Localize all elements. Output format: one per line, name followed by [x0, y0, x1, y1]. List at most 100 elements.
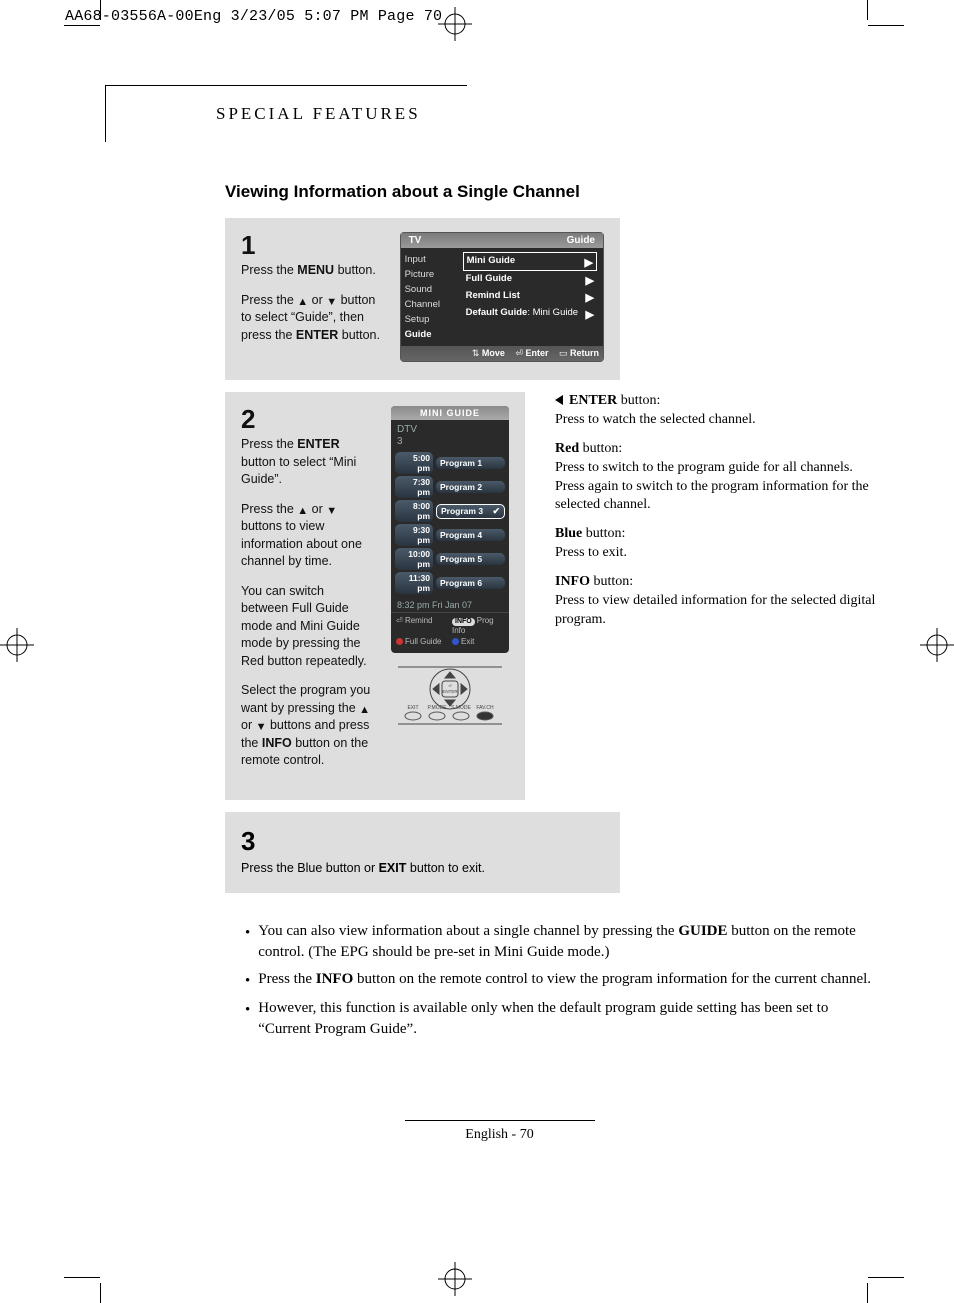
mini-guide-column: MINI GUIDE DTV 3 5:00 pmProgram 1 7:30 p… [391, 406, 509, 731]
osd-item-selected: Mini Guide▶ [463, 252, 597, 271]
step-2-block: 2 Press the ENTER button to select “Mini… [225, 392, 525, 800]
step-2-text: 2 Press the ENTER button to select “Mini… [241, 406, 373, 782]
bullet-icon: • [245, 998, 250, 1040]
updown-icon: ⇅ [472, 348, 480, 358]
osd-item: Default Guide​: Mini Guide▶ [463, 305, 597, 322]
osd-footer-bar: ⇅ Move ⏎ Enter ▭ Return [401, 346, 603, 361]
mini-guide-rows: 5:00 pmProgram 1 7:30 pmProgram 2 8:00 p… [391, 452, 509, 594]
tv-osd-menu: TV Guide Input Picture Sound Channel Set… [400, 232, 604, 362]
text: You can switch between Full Guide mode a… [241, 583, 373, 671]
blue-dot-icon [452, 638, 459, 645]
step-number: 3 [241, 826, 604, 857]
mini-guide-row: 7:30 pmProgram 2 [395, 476, 505, 498]
right-arrow-icon: ▶ [586, 291, 594, 304]
text: Select the program you want by pressing … [241, 683, 370, 715]
note-red: Red button:Press to switch to the progra… [555, 440, 894, 516]
note-info: INFO button:Press to view detailed infor… [555, 573, 894, 630]
registration-mark [438, 7, 472, 41]
svg-text:FAV.CH: FAV.CH [476, 705, 494, 711]
text: Press the [241, 502, 297, 516]
mini-guide-osd: MINI GUIDE DTV 3 5:00 pmProgram 1 7:30 p… [391, 406, 509, 653]
bullet-item: •However, this function is available onl… [245, 998, 884, 1040]
up-arrow-icon: ▲ [297, 296, 308, 308]
red-dot-icon [396, 638, 403, 645]
bullet-icon: • [245, 921, 250, 963]
right-arrow-icon: ▶ [586, 308, 594, 321]
text: button to exit. [406, 861, 485, 875]
osd-left-menu: Input Picture Sound Channel Setup Guide [401, 248, 459, 346]
svg-text:S.MODE: S.MODE [451, 705, 471, 711]
svg-text:ENTER: ENTER [442, 689, 458, 694]
mini-guide-row: 9:30 pmProgram 4 [395, 524, 505, 546]
lower-bullet-notes: •You can also view information about a s… [225, 905, 894, 1040]
osd-menu-item: Setup [401, 312, 459, 327]
osd-menu-item-active: Guide [401, 327, 459, 342]
text: or [308, 293, 326, 307]
section-heading-box: SPECIAL FEATURES [105, 85, 467, 142]
page-content: SPECIAL FEATURES Viewing Information abo… [105, 85, 894, 1243]
remote-illustration: ⏎ ENTER EXIT P.MODE S.MODE FAV.CH [391, 653, 509, 731]
mini-guide-row: 5:00 pmProgram 1 [395, 452, 505, 474]
bullet-icon: • [245, 969, 250, 992]
registration-mark [0, 628, 34, 662]
text: button. [334, 263, 376, 277]
osd-title-left: TV [409, 235, 422, 246]
footer-rule [405, 1120, 595, 1121]
svg-text:EXIT: EXIT [407, 705, 418, 711]
mini-guide-datetime: 8:32 pm Fri Jan 07 [391, 596, 509, 612]
down-arrow-icon: ▼ [326, 296, 337, 308]
text: or [241, 718, 256, 732]
section-title: SPECIAL FEATURES [216, 104, 421, 123]
note-enter: ENTER button:Press to watch the selected… [555, 392, 894, 430]
page-footer: English - 70 [105, 1120, 894, 1143]
crop-mark [868, 25, 904, 26]
bullet-item: •You can also view information about a s… [245, 921, 884, 963]
crop-mark [867, 1283, 868, 1303]
text-bold: INFO [262, 736, 292, 750]
text: Press the Blue button or [241, 861, 379, 875]
step-1-text: 1 Press the MENU button. Press the ▲ or … [241, 232, 382, 356]
page-subtitle: Viewing Information about a Single Chann… [225, 182, 894, 202]
osd-title-right: Guide [567, 235, 595, 246]
step-1-block: 1 Press the MENU button. Press the ▲ or … [225, 218, 620, 380]
enter-icon: ⏎ [396, 616, 403, 625]
registration-mark [920, 628, 954, 662]
step-number: 1 [241, 232, 382, 258]
right-arrow-icon: ▶ [586, 274, 594, 287]
text: Press the [241, 293, 297, 307]
right-arrow-icon: ▶ [585, 256, 593, 269]
bullet-item: •Press the INFO button on the remote con… [245, 969, 884, 992]
text-bold: MENU [297, 263, 334, 277]
text-bold: ENTER [296, 328, 338, 342]
mini-guide-row: 10:00 pmProgram 5 [395, 548, 505, 570]
osd-item: Full Guide▶ [463, 271, 597, 288]
left-arrow-icon [555, 395, 563, 405]
text: or [308, 502, 326, 516]
osd-menu-item: Channel [401, 297, 459, 312]
note-blue: Blue button:Press to exit. [555, 525, 894, 563]
text: button. [338, 328, 380, 342]
up-arrow-icon: ▲ [359, 704, 370, 716]
up-arrow-icon: ▲ [297, 505, 308, 517]
mini-guide-title: MINI GUIDE [391, 406, 509, 420]
text: button to select “Mini Guide”. [241, 455, 356, 487]
info-pill-icon: INFO [452, 618, 475, 626]
main-column: Viewing Information about a Single Chann… [225, 182, 894, 1040]
crop-mark [100, 1283, 101, 1303]
step-2-row: 2 Press the ENTER button to select “Mini… [225, 392, 894, 812]
crop-mark [868, 1277, 904, 1278]
step-number: 2 [241, 406, 373, 432]
down-arrow-icon: ▼ [326, 505, 337, 517]
mini-guide-channel: DTV 3 [391, 420, 509, 452]
mini-guide-row-selected: 8:00 pmProgram 3✔ [395, 500, 505, 522]
text-bold: EXIT [379, 861, 407, 875]
down-arrow-icon: ▼ [256, 721, 267, 733]
check-icon: ✔ [492, 506, 500, 517]
svg-text:P.MODE: P.MODE [427, 705, 447, 711]
crop-mark [64, 25, 100, 26]
step-3-block: 3 Press the Blue button or EXIT button t… [225, 812, 620, 893]
crop-mark [867, 0, 868, 20]
mini-guide-footer: ⏎ Remind INFOProg Info Full Guide Exit [391, 612, 509, 653]
registration-mark [438, 1262, 472, 1296]
crop-mark [64, 1277, 100, 1278]
